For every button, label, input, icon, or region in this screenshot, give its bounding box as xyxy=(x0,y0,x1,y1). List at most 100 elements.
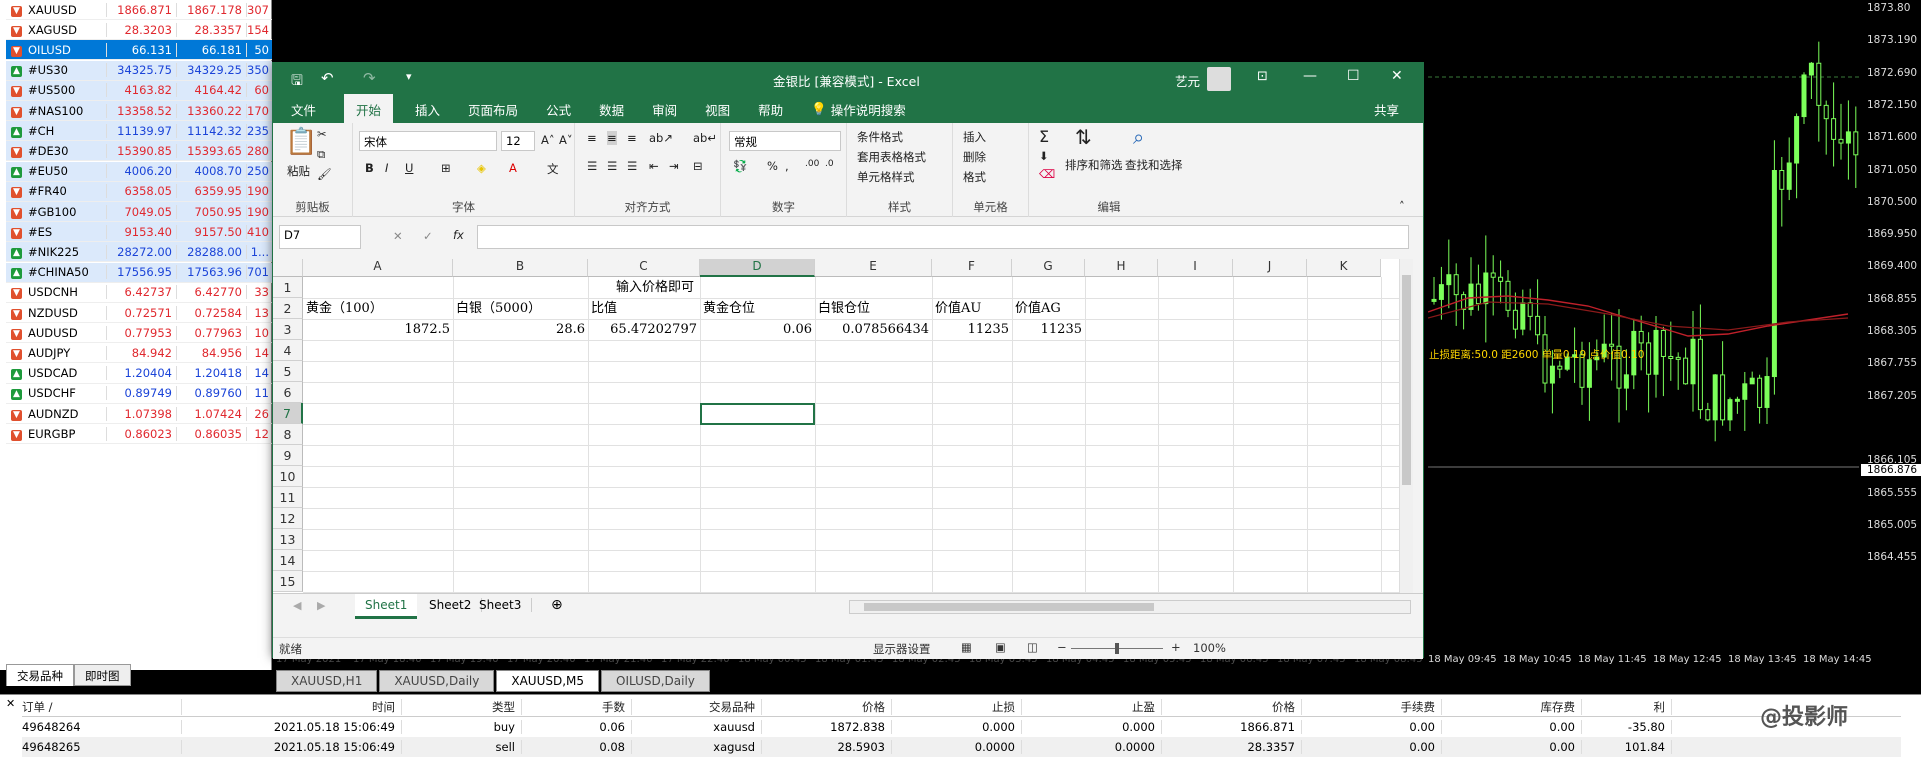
market-watch-row[interactable]: ▼ OILUSD 66.131 66.181 50 xyxy=(6,40,272,61)
select-all-corner[interactable] xyxy=(273,259,303,277)
column-header[interactable]: A xyxy=(303,259,453,277)
row-header[interactable]: 13 xyxy=(273,529,303,550)
market-watch-row[interactable]: ▲ USDCHF 0.89749 0.89760 11 xyxy=(6,384,272,404)
decrease-indent-icon[interactable]: ⇤ xyxy=(649,159,659,173)
row-header[interactable]: 10 xyxy=(273,466,303,487)
header-cell[interactable]: 黄金仓位 xyxy=(700,298,758,319)
market-watch-row[interactable]: ▼ USDCNH 6.42737 6.42770 33 xyxy=(6,283,272,303)
column-header[interactable]: E xyxy=(815,259,932,277)
scroll-thumb[interactable] xyxy=(864,603,1154,611)
row-header[interactable]: 15 xyxy=(273,571,303,592)
header-cell[interactable]: 白银仓位 xyxy=(815,298,873,319)
next-sheet-icon[interactable]: ▶ xyxy=(317,599,325,612)
cut-icon[interactable]: ✂ xyxy=(317,127,327,141)
header-cell[interactable]: 价值AG xyxy=(1012,298,1064,319)
close-icon[interactable]: ✕ xyxy=(1391,68,1403,84)
tab-review[interactable]: 审阅 xyxy=(652,100,677,119)
market-watch-row[interactable]: ▼ #NAS100 13358.52 13360.22 170 xyxy=(6,101,272,121)
table-format-button[interactable]: 套用表格格式 xyxy=(857,149,926,165)
chart-tab-active[interactable]: XAUUSD,M5 xyxy=(496,670,600,692)
tab-view[interactable]: 视图 xyxy=(705,100,730,119)
tab-home[interactable]: 开始 xyxy=(344,93,394,125)
page-break-view-icon[interactable]: ◫ xyxy=(1027,640,1038,654)
column-header[interactable]: D xyxy=(700,259,815,277)
tab-page-layout[interactable]: 页面布局 xyxy=(468,100,518,119)
customize-qat-icon[interactable]: ▾ xyxy=(406,70,412,83)
align-center-icon[interactable]: ☰ xyxy=(607,159,617,173)
sheet-tab[interactable]: Sheet3 xyxy=(469,598,533,612)
order-row[interactable]: 49648265 2021.05.18 15:06:49 sell 0.08 xagus… xyxy=(22,737,1901,757)
align-top-icon[interactable]: ≡ xyxy=(587,131,597,145)
sheet-tab-active[interactable]: Sheet1 xyxy=(355,594,418,619)
cell-title[interactable]: 输入价格即可 xyxy=(613,277,697,298)
collapse-ribbon-icon[interactable]: ˄ xyxy=(1399,199,1405,213)
bold-icon[interactable]: B xyxy=(365,161,374,175)
market-watch-row[interactable]: ▲ #CHINA50 17556.95 17563.96 701 xyxy=(6,262,272,283)
grow-font-icon[interactable]: A˄ xyxy=(541,133,555,147)
market-watch-row[interactable]: ▼ XAUUSD 1866.871 1867.178 307 xyxy=(6,0,272,20)
order-row[interactable]: 49648264 2021.05.18 15:06:49 buy 0.06 xauusd… xyxy=(22,717,1901,737)
row-header[interactable]: 2 xyxy=(273,298,303,319)
row-header[interactable]: 12 xyxy=(273,508,303,529)
add-sheet-icon[interactable]: ⊕ xyxy=(551,597,563,613)
align-right-icon[interactable]: ☰ xyxy=(627,159,637,173)
value-cell[interactable]: 11235 xyxy=(932,319,1012,340)
column-header[interactable]: H xyxy=(1085,259,1158,277)
value-cell[interactable]: 65.47202797 xyxy=(588,319,700,340)
header-cell[interactable]: 黄金（100） xyxy=(303,298,386,319)
market-watch-row[interactable]: ▲ #EU50 4006.20 4008.70 250 xyxy=(6,161,272,182)
market-watch-row[interactable]: ▼ #ES 9153.40 9157.50 410 xyxy=(6,222,272,243)
row-header[interactable]: 1 xyxy=(273,277,303,298)
align-bottom-icon[interactable]: ≡ xyxy=(627,131,637,145)
zoom-in-icon[interactable]: + xyxy=(1171,640,1181,654)
row-header[interactable]: 5 xyxy=(273,361,303,382)
column-header[interactable]: F xyxy=(932,259,1012,277)
column-header[interactable]: J xyxy=(1233,259,1307,277)
column-header[interactable]: C xyxy=(588,259,700,277)
zoom-slider-thumb[interactable] xyxy=(1115,643,1119,654)
tab-insert[interactable]: 插入 xyxy=(415,100,440,119)
format-painter-icon[interactable]: 🖌 xyxy=(317,167,332,181)
avatar[interactable] xyxy=(1207,67,1231,91)
insert-function-icon[interactable]: fx xyxy=(453,228,464,242)
row-header[interactable]: 4 xyxy=(273,340,303,361)
ribbon-display-icon[interactable]: ⊡ xyxy=(1257,69,1268,84)
row-header[interactable]: 9 xyxy=(273,445,303,466)
row-header[interactable]: 6 xyxy=(273,382,303,403)
format-cells-button[interactable]: 格式 xyxy=(963,169,986,185)
redo-icon[interactable]: ↷ xyxy=(363,69,376,87)
increase-decimal-icon[interactable]: .00 xyxy=(805,159,819,169)
market-watch-row[interactable]: ▼ AUDNZD 1.07398 1.07424 26 xyxy=(6,404,272,424)
prev-sheet-icon[interactable]: ◀ xyxy=(293,599,301,612)
name-box[interactable]: D7 xyxy=(279,225,361,249)
market-watch-row[interactable]: ▲ #CH 11139.97 11142.32 235 xyxy=(6,121,272,142)
selected-cell[interactable] xyxy=(700,403,815,425)
column-header[interactable]: I xyxy=(1158,259,1233,277)
tab-tick-chart[interactable]: 即时图 xyxy=(74,664,131,686)
increase-indent-icon[interactable]: ⇥ xyxy=(669,159,679,173)
font-color-icon[interactable]: A xyxy=(509,161,517,175)
font-name-select[interactable]: 宋体 xyxy=(359,131,497,151)
chart-tab[interactable]: XAUUSD,H1 xyxy=(276,670,378,692)
value-cell[interactable]: 11235 xyxy=(1012,319,1085,340)
borders-icon[interactable]: ⊞ xyxy=(441,161,451,175)
header-cell[interactable]: 比值 xyxy=(588,298,620,319)
price-chart[interactable]: 1873.80 1873.190 1872.690 1872.150 1871.600 1… xyxy=(1428,0,1921,670)
find-icon[interactable]: ⌕ xyxy=(1133,125,1144,149)
zoom-level[interactable]: 100% xyxy=(1193,641,1226,655)
horizontal-scrollbar[interactable] xyxy=(849,600,1411,614)
align-left-icon[interactable]: ☰ xyxy=(587,159,597,173)
normal-view-icon[interactable]: ▦ xyxy=(961,640,972,654)
formula-input[interactable] xyxy=(477,225,1409,249)
chart-tab[interactable]: XAUUSD,Daily xyxy=(379,670,495,692)
market-watch-row[interactable]: ▲ #NIK225 28272.00 28288.00 1... xyxy=(6,242,272,263)
align-middle-icon[interactable]: ≡ xyxy=(607,131,617,145)
chart-tab[interactable]: OILUSD,Daily xyxy=(601,670,710,692)
value-cell[interactable]: 0.06 xyxy=(700,319,815,340)
market-watch-row[interactable]: ▼ AUDJPY 84.942 84.956 14 xyxy=(6,343,272,364)
minimize-icon[interactable]: — xyxy=(1303,68,1317,84)
zoom-out-icon[interactable]: − xyxy=(1057,640,1067,654)
value-cell[interactable]: 0.078566434 xyxy=(815,319,932,340)
tab-file[interactable]: 文件 xyxy=(291,100,316,119)
font-size-select[interactable]: 12 xyxy=(501,131,535,151)
